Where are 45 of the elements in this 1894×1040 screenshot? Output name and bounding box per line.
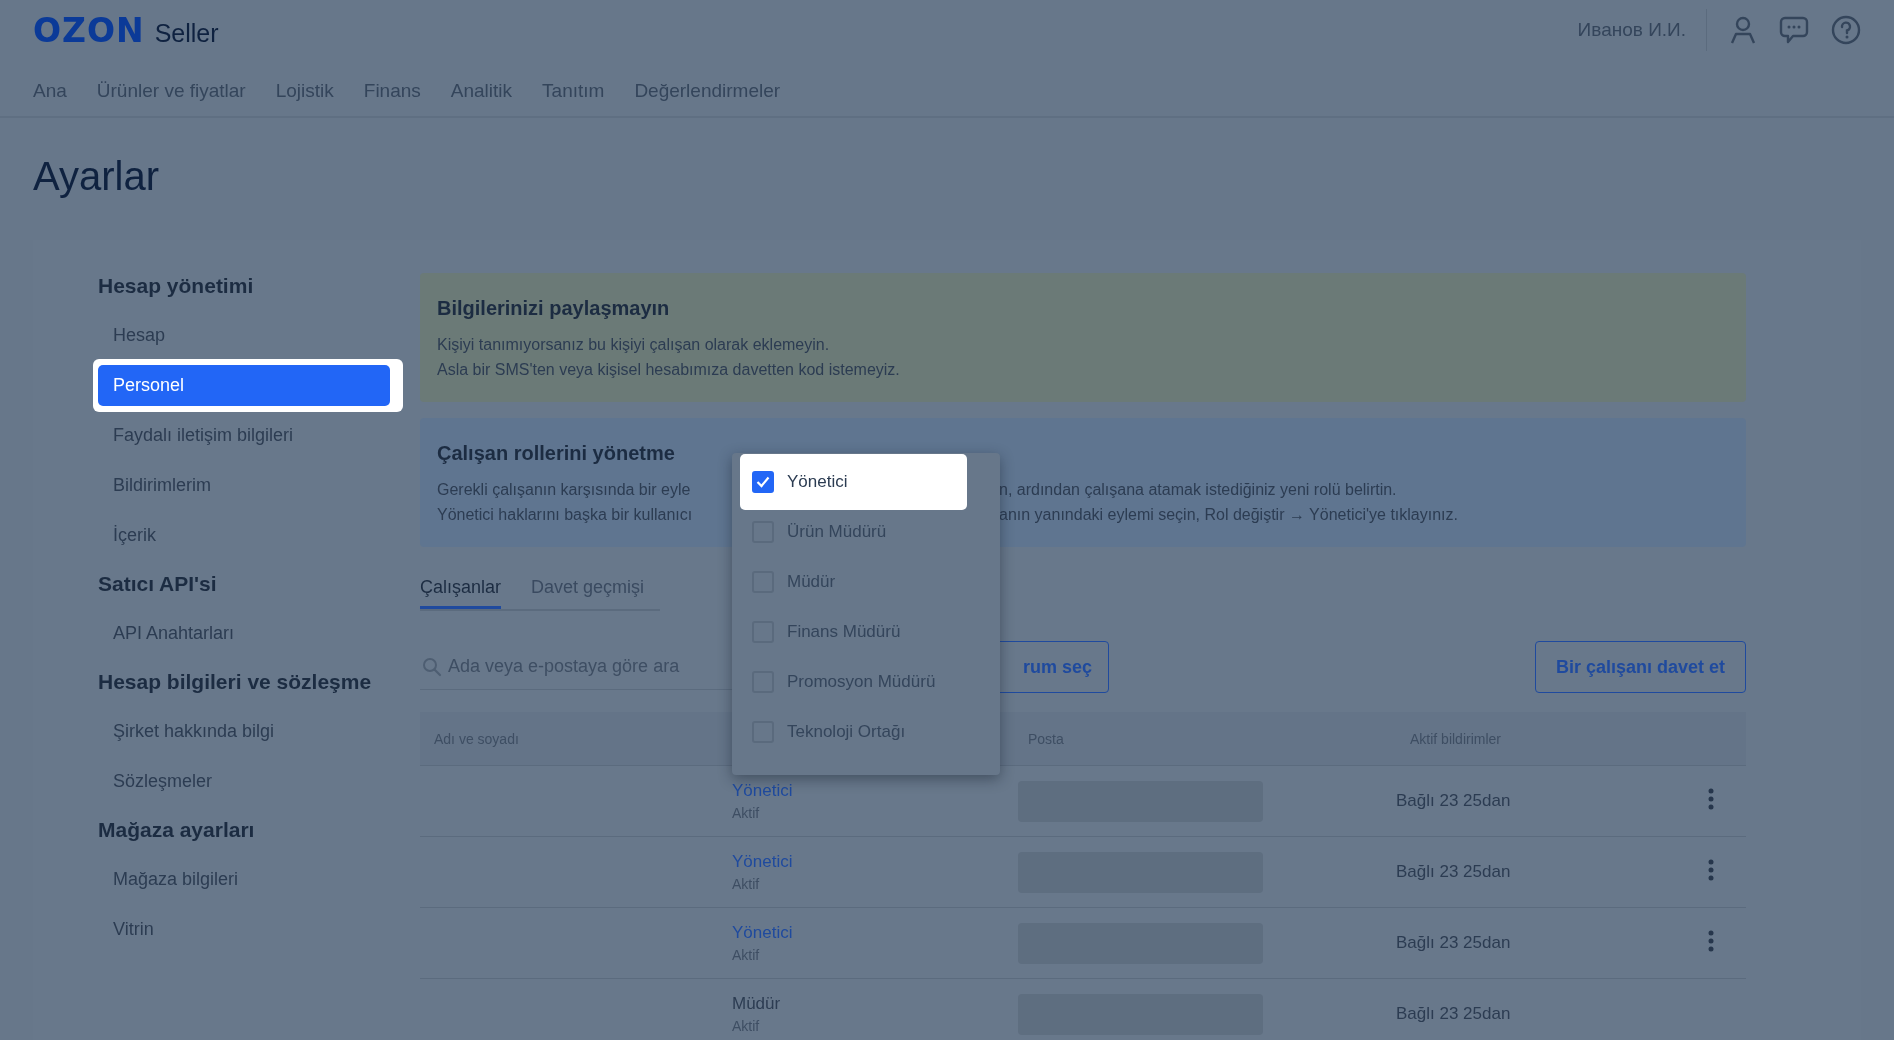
- logo[interactable]: OZON: [33, 10, 145, 50]
- table-cell-text: Bağlı 23 25dan: [1396, 1004, 1512, 1024]
- sidebar-item[interactable]: Faydalı iletişim bilgileri: [98, 410, 390, 460]
- sidebar-heading: Mağaza ayarları: [98, 817, 256, 843]
- sidebar-heading: Hesap yönetimi: [98, 273, 255, 299]
- sidebar-heading: Hesap bilgileri ve sözleşme: [98, 669, 373, 695]
- sidebar-item[interactable]: Vitrin: [98, 904, 390, 954]
- sidebar-item[interactable]: Mağaza bilgileri: [98, 854, 390, 904]
- table-cell-text: Bağlı 23 25dan: [1396, 933, 1512, 953]
- dropdown-option[interactable]: Yönetici: [740, 454, 967, 510]
- role-link[interactable]: Yönetici: [732, 923, 1018, 943]
- invite-button[interactable]: Bir çalışanı davet et: [1534, 641, 1746, 693]
- logo-text: Seller: [154, 18, 219, 48]
- table-cell-text: Bağlı 23 25dan: [1396, 791, 1512, 811]
- sidebar-item[interactable]: Bildirimlerim: [98, 460, 390, 510]
- sidebar-heading: Satıcı API'si: [98, 571, 218, 597]
- more-icon[interactable]: [1708, 859, 1714, 881]
- role-link[interactable]: Yönetici: [732, 852, 1018, 872]
- table-cell-text: Bağlı 23 25dan: [1396, 862, 1512, 882]
- notice-text: n, ardından çalışana atamak istediğiniz yeni rolü belirtin.: [999, 480, 1397, 500]
- notice-text: Gerekli çalışanın karşısında bir eyle: [437, 481, 691, 498]
- chat-icon[interactable]: [1779, 15, 1809, 45]
- role-link[interactable]: Yönetici: [732, 781, 1018, 801]
- sidebar-item[interactable]: Hesap: [98, 310, 390, 360]
- sidebar-item[interactable]: API Anahtarları: [98, 608, 390, 658]
- notice-text: Asla bir SMS'ten veya kişisel hesabımıza davetten kod istemeyiz.: [437, 360, 900, 380]
- tab[interactable]: Çalışanlar: [420, 569, 502, 609]
- more-icon[interactable]: [1708, 788, 1714, 810]
- notice-title: Bilgilerinizi paylaşmayın: [437, 297, 670, 320]
- role-text: Müdür: [732, 994, 782, 1014]
- sidebar-item[interactable]: Sözleşmeler: [98, 756, 390, 806]
- page-title: Ayarlar: [33, 153, 160, 200]
- more-icon[interactable]: [1708, 930, 1714, 952]
- notice-text: Yönetici haklarını başka bir kullanıcı: [437, 506, 693, 523]
- notice-text: anın yanındaki eylemi seçin, Rol değiştir → Yönetici'ye tıklayınız.: [999, 505, 1458, 525]
- notice-title: Çalışan rollerini yönetme: [437, 442, 675, 465]
- checkbox[interactable]: [752, 471, 774, 493]
- profile-icon[interactable]: [1729, 15, 1757, 45]
- check-icon: [756, 476, 770, 488]
- sidebar-item[interactable]: İçerik: [98, 510, 390, 560]
- help-icon[interactable]: [1831, 15, 1861, 45]
- notice-text: Kişiyi tanımıyorsanız bu kişiyi çalışan olarak eklemeyin.: [437, 335, 830, 355]
- sidebar-item[interactable]: Personel: [98, 364, 390, 406]
- sidebar-item[interactable]: Şirket hakkında bilgi: [98, 706, 390, 756]
- search-icon: [422, 657, 442, 677]
